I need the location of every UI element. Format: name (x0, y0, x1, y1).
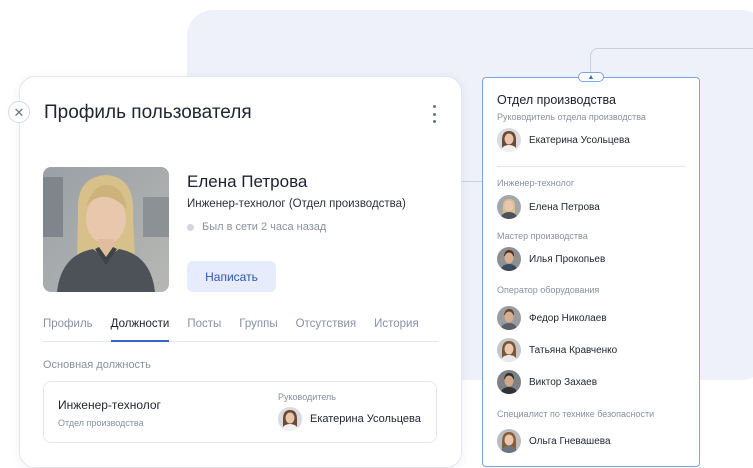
member-item[interactable]: Федор Николаев (497, 306, 607, 330)
member-name: Ольга Гневашева (529, 435, 611, 447)
org-connector-line (462, 181, 482, 182)
profile-card: Профиль пользователя Елена Петрова Инжен… (19, 76, 462, 468)
write-message-button[interactable]: Написать (187, 261, 276, 292)
member-item[interactable]: Ольга Гневашева (497, 429, 611, 453)
kebab-menu-icon[interactable] (429, 105, 439, 123)
position-title: Инженер-технолог (58, 398, 161, 412)
department-head-name: Екатерина Усольцева (529, 134, 630, 146)
department-head-item[interactable]: Екатерина Усольцева (497, 128, 630, 152)
status-dot-icon (187, 223, 194, 231)
avatar (497, 195, 521, 219)
group-label: Мастер производства (497, 231, 588, 241)
user-name: Елена Петрова (187, 172, 308, 191)
close-icon: ✕ (13, 104, 25, 120)
user-status: Был в сети 2 часа назад (187, 221, 326, 233)
manager-name: Екатерина Усольцева (310, 413, 421, 425)
profile-tabs: Профиль Должности Посты Группы Отсутстви… (43, 314, 439, 342)
member-item[interactable]: Виктор Захаев (497, 370, 597, 394)
org-department-panel: Отдел производства Руководитель отдела п… (482, 77, 700, 467)
tab-groups[interactable]: Группы (239, 314, 277, 342)
avatar (278, 407, 302, 431)
tab-positions[interactable]: Должности (110, 314, 170, 342)
member-name: Федор Николаев (529, 312, 607, 324)
member-item[interactable]: Татьяна Кравченко (497, 338, 617, 362)
department-head-label: Руководитель отдела производства (497, 112, 646, 122)
member-name: Илья Прокопьев (529, 253, 606, 265)
manager-item[interactable]: Екатерина Усольцева (278, 407, 421, 431)
position-department: Отдел производства (58, 418, 144, 428)
tab-absences[interactable]: Отсутствия (296, 314, 357, 342)
member-item[interactable]: Илья Прокопьев (497, 247, 605, 271)
avatar (497, 338, 521, 362)
group-label: Инженер-технолог (497, 178, 575, 188)
divider (497, 166, 685, 167)
tab-posts[interactable]: Посты (187, 314, 221, 342)
main-position-card[interactable]: Инженер-технолог Отдел производства Руко… (43, 381, 437, 443)
member-name: Татьяна Кравченко (529, 344, 618, 356)
avatar (497, 429, 521, 453)
tab-history[interactable]: История (374, 314, 419, 342)
collapse-button[interactable]: ▲ (578, 72, 604, 82)
avatar (497, 306, 521, 330)
avatar (497, 128, 521, 152)
manager-label: Руководитель (278, 392, 336, 402)
page-title: Профиль пользователя (44, 102, 252, 123)
main-position-label: Основная должность (43, 359, 151, 371)
member-name: Елена Петрова (529, 201, 600, 213)
member-item[interactable]: Елена Петрова (497, 195, 600, 219)
avatar (497, 247, 521, 271)
group-label: Специалист по технике безопасности (497, 409, 655, 419)
department-title: Отдел производства (497, 93, 616, 107)
member-name: Виктор Захаев (529, 376, 598, 388)
user-status-text: Был в сети 2 часа назад (202, 221, 327, 233)
tab-profile[interactable]: Профиль (43, 314, 93, 342)
chevron-up-icon: ▲ (587, 73, 595, 81)
avatar (497, 370, 521, 394)
close-button[interactable]: ✕ (8, 101, 30, 123)
group-label: Оператор оборудования (497, 285, 600, 295)
user-photo (43, 167, 169, 292)
user-role: Инженер-технолог (Отдел производства) (187, 198, 406, 210)
org-connector-line-top (590, 48, 753, 74)
